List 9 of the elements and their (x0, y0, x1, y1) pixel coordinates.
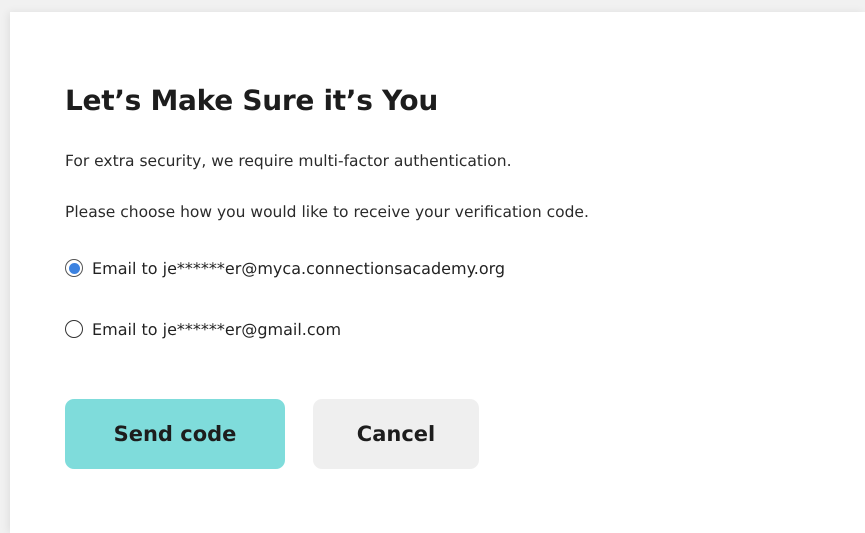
instruction-text: Please choose how you would like to receive your verification code. (65, 203, 590, 221)
radio-button[interactable] (65, 320, 83, 338)
cancel-button[interactable]: Cancel (313, 399, 479, 469)
radio-button[interactable] (65, 259, 83, 277)
option-label[interactable]: Email to je******er@myca.connectionsacademy.org (92, 258, 506, 278)
instruction-text: For extra security, we require multi-factor authentication. (65, 152, 513, 170)
send-code-button[interactable]: Send code (65, 399, 285, 469)
dialog-title: Let’s Make Sure it’s You (65, 84, 439, 117)
option-label[interactable]: Email to je******er@gmail.com (92, 320, 342, 338)
